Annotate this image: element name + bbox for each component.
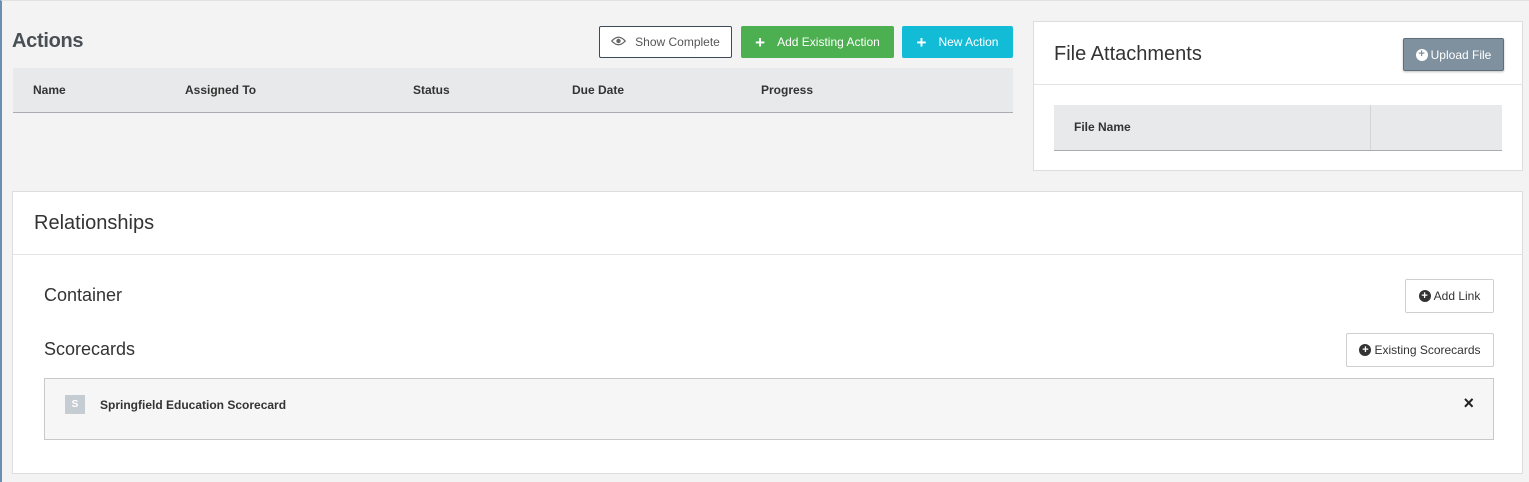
relationships-panel: Relationships Container + Add Link Score… (12, 191, 1523, 474)
relationships-title: Relationships (34, 212, 155, 234)
upload-file-label: Upload File (1430, 47, 1492, 62)
show-complete-label: Show Complete (635, 35, 720, 49)
scorecard-list-item[interactable]: S Springfield Education Scorecard × (44, 378, 1494, 440)
column-header-file-name[interactable]: File Name (1074, 120, 1131, 134)
add-existing-action-label: Add Existing Action (777, 35, 880, 49)
show-complete-button[interactable]: Show Complete (599, 26, 732, 58)
file-attachments-title: File Attachments (1054, 43, 1202, 65)
plus-icon: + (755, 32, 766, 52)
column-header-name[interactable]: Name (33, 83, 66, 97)
column-header-due-date[interactable]: Due Date (572, 83, 624, 97)
actions-title: Actions (12, 30, 84, 52)
container-label: Container (44, 285, 123, 305)
column-header-progress[interactable]: Progress (761, 83, 813, 97)
new-action-button[interactable]: + New Action (902, 26, 1013, 58)
eye-icon (611, 35, 627, 49)
divider (1034, 84, 1522, 85)
plus-circle-icon: + (1418, 290, 1431, 302)
add-link-label: Add Link (1433, 289, 1481, 303)
column-separator (1370, 105, 1371, 150)
add-existing-action-button[interactable]: + Add Existing Action (741, 26, 894, 58)
scorecard-badge: S (65, 395, 85, 414)
actions-table-header: Name Assigned To Status Due Date Progres… (13, 68, 1013, 113)
add-link-button[interactable]: + Add Link (1405, 279, 1494, 313)
new-action-label: New Action (938, 35, 999, 49)
file-table-header: File Name (1054, 105, 1502, 151)
existing-scorecards-button[interactable]: + Existing Scorecards (1346, 333, 1494, 367)
scorecard-name[interactable]: Springfield Education Scorecard (100, 398, 286, 412)
column-header-assigned-to[interactable]: Assigned To (185, 83, 256, 97)
column-header-status[interactable]: Status (413, 83, 450, 97)
upload-file-button[interactable]: + Upload File (1403, 38, 1504, 71)
scorecards-label: Scorecards (44, 339, 136, 359)
file-attachments-panel: File Attachments + Upload File File Name (1033, 21, 1523, 171)
plus-circle-icon: + (1359, 344, 1372, 356)
existing-scorecards-label: Existing Scorecards (1374, 343, 1481, 357)
plus-icon: + (916, 32, 927, 52)
close-icon[interactable]: × (1463, 393, 1474, 414)
divider (13, 254, 1522, 255)
plus-circle-icon: + (1415, 48, 1428, 61)
